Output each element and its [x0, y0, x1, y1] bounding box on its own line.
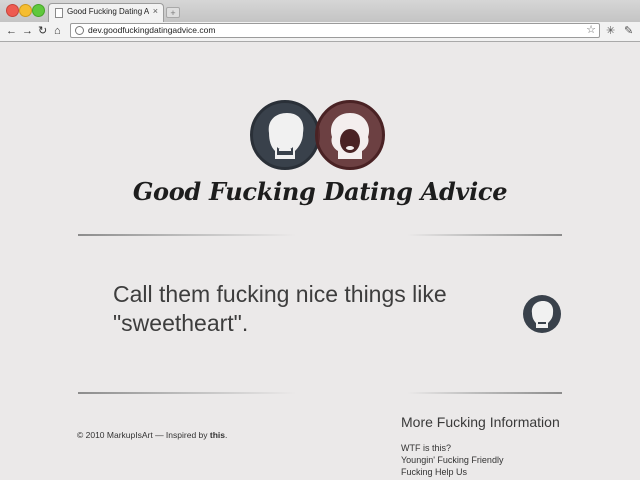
home-button[interactable]: ⌂ [54, 24, 61, 38]
male-avatar-logo [250, 100, 320, 170]
extension-icon[interactable]: ✳ [606, 24, 615, 37]
male-silhouette-icon [268, 113, 304, 159]
copyright-suffix: . [225, 430, 228, 440]
address-bar[interactable]: dev.goodfuckingdatingadvice.com ☆ [70, 23, 600, 38]
more-info-link-friendly[interactable]: Youngin' Fucking Friendly [401, 454, 503, 466]
tab-close-icon[interactable]: × [153, 6, 158, 16]
divider-bottom [78, 392, 562, 394]
window-maximize-button[interactable] [32, 4, 45, 17]
more-info-link-help[interactable]: Fucking Help Us [401, 466, 503, 478]
reload-button[interactable]: ↻ [38, 24, 47, 38]
inspiration-link[interactable]: this [210, 430, 225, 440]
small-male-avatar-icon [523, 295, 561, 333]
site-logo-title: Good Fucking Dating Advice [132, 177, 508, 206]
more-info-list: WTF is this? Youngin' Fucking Friendly F… [401, 442, 503, 478]
bookmark-star-icon[interactable]: ☆ [586, 23, 596, 36]
new-tab-button[interactable]: + [166, 7, 180, 18]
window-close-button[interactable] [6, 4, 19, 17]
more-info-link-wtf[interactable]: WTF is this? [401, 442, 503, 454]
globe-icon [75, 26, 84, 35]
copyright-prefix: © 2010 MarkupIsArt — Inspired by [77, 430, 210, 440]
page-content: Good Fucking Dating Advice Call them fuc… [0, 42, 640, 480]
url-text: dev.goodfuckingdatingadvice.com [88, 25, 216, 35]
copyright-text: © 2010 MarkupIsArt — Inspired by this. [77, 430, 227, 440]
browser-toolbar: ← → ↻ ⌂ dev.goodfuckingdatingadvice.com … [0, 22, 640, 42]
female-avatar-logo [315, 100, 385, 170]
small-male-silhouette-icon [531, 301, 554, 328]
female-silhouette-icon [330, 113, 370, 159]
back-button[interactable]: ← [6, 24, 17, 38]
advice-quote: Call them fucking nice things like "swee… [113, 281, 447, 336]
wrench-icon[interactable]: ✎ [624, 24, 633, 37]
tab-title: Good Fucking Dating Advice. [67, 7, 149, 16]
tab-strip: Good Fucking Dating Advice. × + [0, 0, 640, 22]
document-icon [55, 8, 63, 18]
forward-button[interactable]: → [22, 24, 33, 38]
window-minimize-button[interactable] [19, 4, 32, 17]
more-info-heading: More Fucking Information [401, 414, 560, 430]
divider-top [78, 234, 562, 236]
browser-tab[interactable]: Good Fucking Dating Advice. × [48, 3, 164, 22]
